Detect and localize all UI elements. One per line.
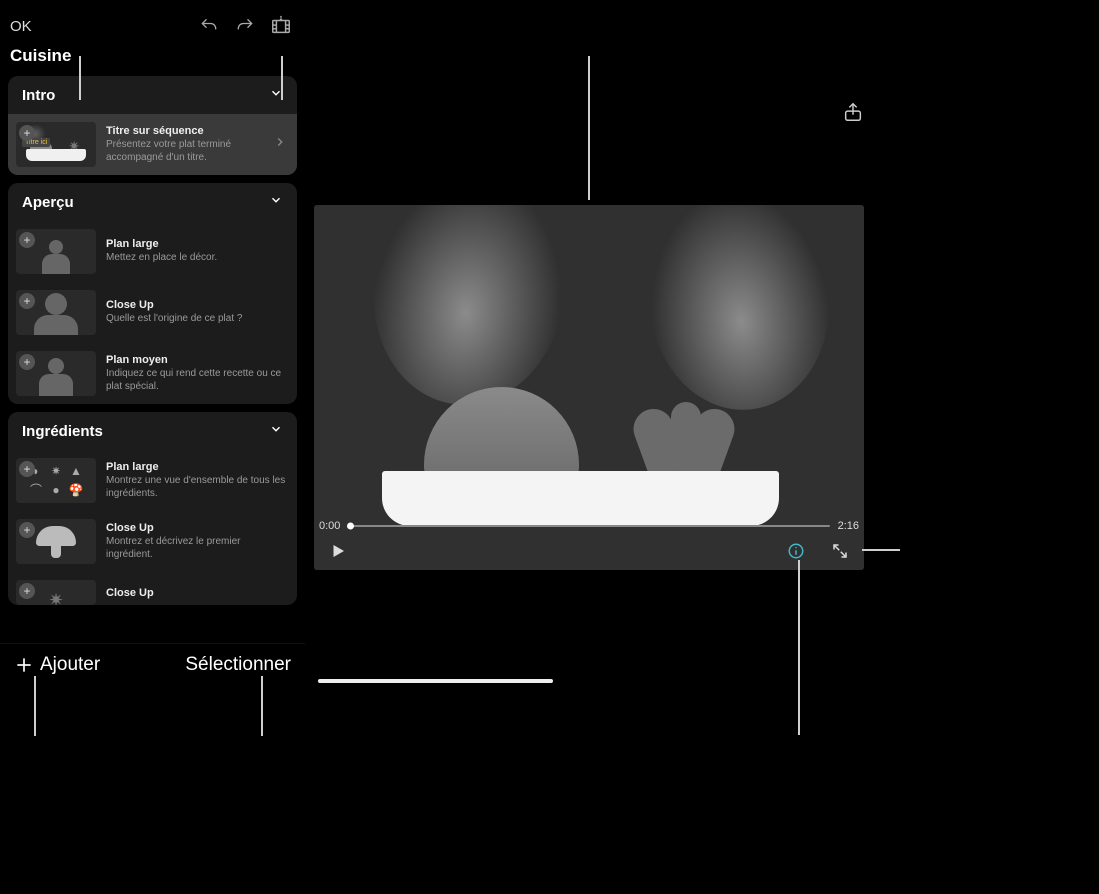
home-indicator (318, 679, 553, 683)
project-title: Cuisine (0, 44, 305, 76)
shot-title: Plan large (106, 238, 287, 250)
shot-description: Mettez en place le décor. (106, 252, 287, 265)
shot-description: Quelle est l'origine de ce plat ? (106, 313, 287, 326)
add-button[interactable]: Ajouter (14, 654, 100, 676)
shot-title: Titre sur séquence (106, 125, 263, 137)
callout-line (281, 56, 283, 100)
timeline-track[interactable] (348, 525, 829, 527)
shot-title: Close Up (106, 299, 287, 311)
storyboard-icon[interactable] (267, 12, 295, 40)
shot-thumbnail: + (16, 351, 96, 396)
ok-button[interactable]: OK (10, 18, 32, 35)
add-media-badge[interactable]: + (19, 232, 35, 248)
shot-thumbnail: + (16, 290, 96, 335)
player-controls (319, 538, 859, 564)
select-button[interactable]: Sélectionner (185, 654, 291, 676)
info-icon[interactable] (785, 540, 807, 562)
shot-list[interactable]: Intro + ✷ Titre ici Titre s (0, 76, 305, 643)
undo-icon[interactable] (195, 12, 223, 40)
shot-description: Indiquez ce qui rend cette recette ou ce… (106, 368, 287, 393)
chevron-down-icon (269, 422, 283, 440)
section-apercu: Aperçu + Plan large Mettez en place le d… (8, 183, 297, 404)
shot-title: Plan large (106, 461, 287, 473)
shot-thumbnail: + ◗✷▲ ⌒●🍄 (16, 458, 96, 503)
shot-thumbnail: + ✷ (16, 580, 96, 605)
add-media-badge[interactable]: + (19, 125, 35, 141)
callout-line (798, 560, 800, 735)
sidebar-bottom-bar: Ajouter Sélectionner (0, 643, 305, 690)
section-title: Aperçu (22, 194, 74, 211)
callout-line (588, 56, 590, 200)
shot-row-apercu-2[interactable]: + Close Up Quelle est l'origine de ce pl… (8, 282, 297, 343)
add-media-badge[interactable]: + (19, 461, 35, 477)
section-ingredients: Ingrédients + ◗✷▲ ⌒●🍄 Plan large (8, 412, 297, 605)
shot-row-intro-1[interactable]: + ✷ Titre ici Titre sur séquence Présent… (8, 114, 297, 175)
current-time: 0:00 (319, 520, 340, 532)
timeline[interactable]: 0:00 2:16 (319, 520, 859, 532)
callout-line (34, 676, 36, 736)
sidebar: OK Cuisine Intro (0, 0, 305, 690)
section-title: Intro (22, 87, 55, 104)
play-icon[interactable] (325, 538, 351, 564)
section-intro: Intro + ✷ Titre ici Titre s (8, 76, 297, 175)
shot-row-ingredients-1[interactable]: + ◗✷▲ ⌒●🍄 Plan large Montrez une vue d'e… (8, 450, 297, 511)
callout-line (862, 549, 900, 551)
chevron-right-icon (273, 135, 287, 154)
playhead[interactable] (347, 523, 354, 530)
shot-title: Plan moyen (106, 354, 287, 366)
shot-thumbnail: + ✷ Titre ici (16, 122, 96, 167)
shot-row-apercu-3[interactable]: + Plan moyen Indiquez ce qui rend cette … (8, 343, 297, 404)
section-header-apercu[interactable]: Aperçu (8, 183, 297, 221)
shot-row-ingredients-2[interactable]: + Close Up Montrez et décrivez le premie… (8, 511, 297, 572)
add-label: Ajouter (40, 654, 100, 676)
section-header-intro[interactable]: Intro (8, 76, 297, 114)
duration: 2:16 (838, 520, 859, 532)
section-header-ingredients[interactable]: Ingrédients (8, 412, 297, 450)
section-title: Ingrédients (22, 423, 103, 440)
shot-row-ingredients-3[interactable]: + ✷ Close Up (8, 572, 297, 605)
add-media-badge[interactable]: + (19, 583, 35, 599)
add-media-badge[interactable]: + (19, 293, 35, 309)
callout-line (261, 676, 263, 736)
sidebar-topbar: OK (0, 0, 305, 44)
chevron-down-icon (269, 193, 283, 211)
preview-canvas (314, 205, 864, 570)
video-player: 0:00 2:16 (314, 205, 864, 570)
shot-title: Close Up (106, 522, 287, 534)
add-media-badge[interactable]: + (19, 354, 35, 370)
shot-row-apercu-1[interactable]: + Plan large Mettez en place le décor. (8, 221, 297, 282)
callout-line (79, 56, 81, 100)
shot-thumbnail: + (16, 519, 96, 564)
redo-icon[interactable] (231, 12, 259, 40)
shot-description: Montrez et décrivez le premier ingrédien… (106, 536, 287, 561)
shot-description: Montrez une vue d'ensemble de tous les i… (106, 475, 287, 500)
shot-thumbnail: + (16, 229, 96, 274)
shot-description: Présentez votre plat terminé accompagné … (106, 139, 263, 164)
shot-title: Close Up (106, 587, 287, 599)
add-media-badge[interactable]: + (19, 522, 35, 538)
fullscreen-icon[interactable] (829, 540, 851, 562)
